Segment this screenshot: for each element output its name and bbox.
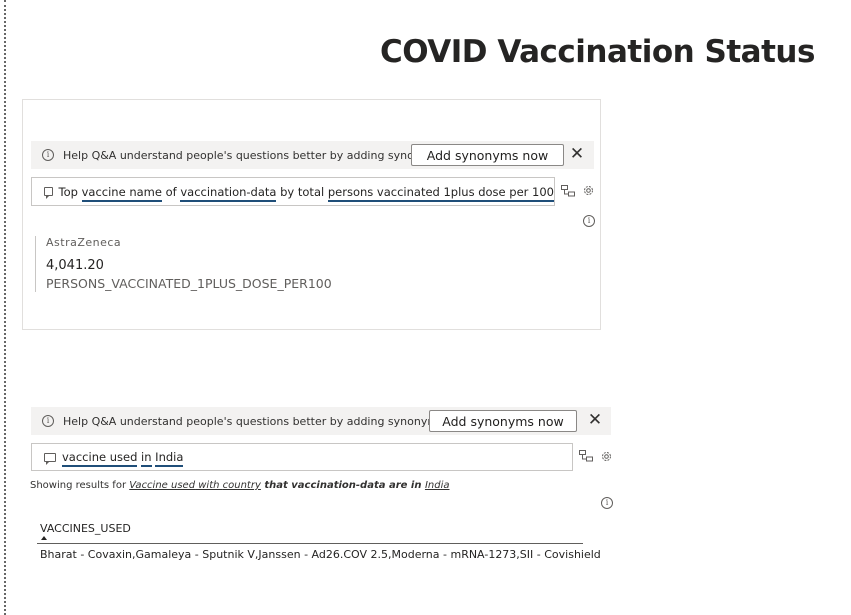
table-row: Bharat - Covaxin,Gamaleya - Sputnik V,Ja… bbox=[40, 548, 601, 561]
chat-icon bbox=[44, 187, 53, 199]
close-icon[interactable]: ✕ bbox=[568, 144, 586, 164]
recognized-term: in bbox=[141, 450, 152, 467]
left-border bbox=[4, 0, 6, 615]
restated-term: that vaccination-data are in bbox=[260, 480, 425, 491]
showing-prefix: Showing results for bbox=[30, 480, 130, 491]
synonym-banner-1: i Help Q&A understand people's questions… bbox=[31, 141, 594, 169]
recognized-term: persons vaccinated 1plus dose per 100 bbox=[327, 184, 554, 202]
recognized-term: India bbox=[155, 450, 184, 467]
table-column-header[interactable]: VACCINES_USED bbox=[40, 522, 131, 535]
question-text: vaccine used in India bbox=[62, 450, 184, 467]
answer-card: AstraZeneca 4,041.20 PERSONS_VACCINATED_… bbox=[35, 236, 332, 292]
restated-term: India bbox=[424, 480, 450, 491]
qna-question-input-2[interactable]: vaccine used in India bbox=[31, 443, 573, 471]
recognized-term: vaccine used bbox=[62, 450, 138, 467]
close-icon[interactable]: ✕ bbox=[586, 410, 604, 430]
info-icon: i bbox=[42, 415, 54, 427]
card-label: PERSONS_VACCINATED_1PLUS_DOSE_PER100 bbox=[46, 276, 332, 291]
question-text: Top vaccine name of vaccination-data by … bbox=[58, 184, 554, 202]
share-icon[interactable] bbox=[579, 449, 593, 463]
sort-ascending-icon[interactable] bbox=[41, 536, 47, 540]
chat-icon bbox=[44, 452, 56, 465]
qna-question-input-1[interactable]: Top vaccine name of vaccination-data by … bbox=[31, 177, 555, 206]
qna-visual-1-frame bbox=[22, 99, 601, 330]
synonym-banner-2: i Help Q&A understand people's questions… bbox=[31, 407, 611, 435]
question-word: of bbox=[161, 184, 181, 199]
info-icon[interactable]: i bbox=[583, 215, 595, 227]
restated-term: country bbox=[222, 480, 261, 491]
recognized-term: vaccination-data bbox=[180, 184, 277, 202]
gear-icon[interactable] bbox=[581, 183, 595, 197]
restated-term: Vaccine used bbox=[129, 480, 196, 491]
add-synonyms-button[interactable]: Add synonyms now bbox=[429, 410, 577, 432]
gear-icon[interactable] bbox=[599, 449, 613, 463]
recognized-term: vaccine name bbox=[81, 184, 162, 202]
share-icon[interactable] bbox=[561, 184, 575, 198]
restated-question[interactable]: Vaccine used with country that vaccinati… bbox=[129, 480, 449, 491]
banner-message: Help Q&A understand people's questions b… bbox=[63, 414, 448, 428]
table-header-divider bbox=[37, 543, 583, 544]
page-title: COVID Vaccination Status bbox=[380, 34, 815, 70]
add-synonyms-button[interactable]: Add synonyms now bbox=[411, 144, 564, 166]
info-icon[interactable]: i bbox=[601, 497, 613, 509]
question-word: Top bbox=[58, 184, 82, 199]
info-icon: i bbox=[42, 149, 54, 161]
showing-results-text: Showing results for Vaccine used with co… bbox=[30, 480, 449, 491]
banner-message: Help Q&A understand people's questions b… bbox=[63, 148, 448, 162]
restated-term: with bbox=[195, 480, 223, 491]
card-value: 4,041.20 bbox=[46, 258, 104, 273]
question-word: by total bbox=[276, 184, 328, 199]
card-category: AstraZeneca bbox=[46, 236, 122, 249]
